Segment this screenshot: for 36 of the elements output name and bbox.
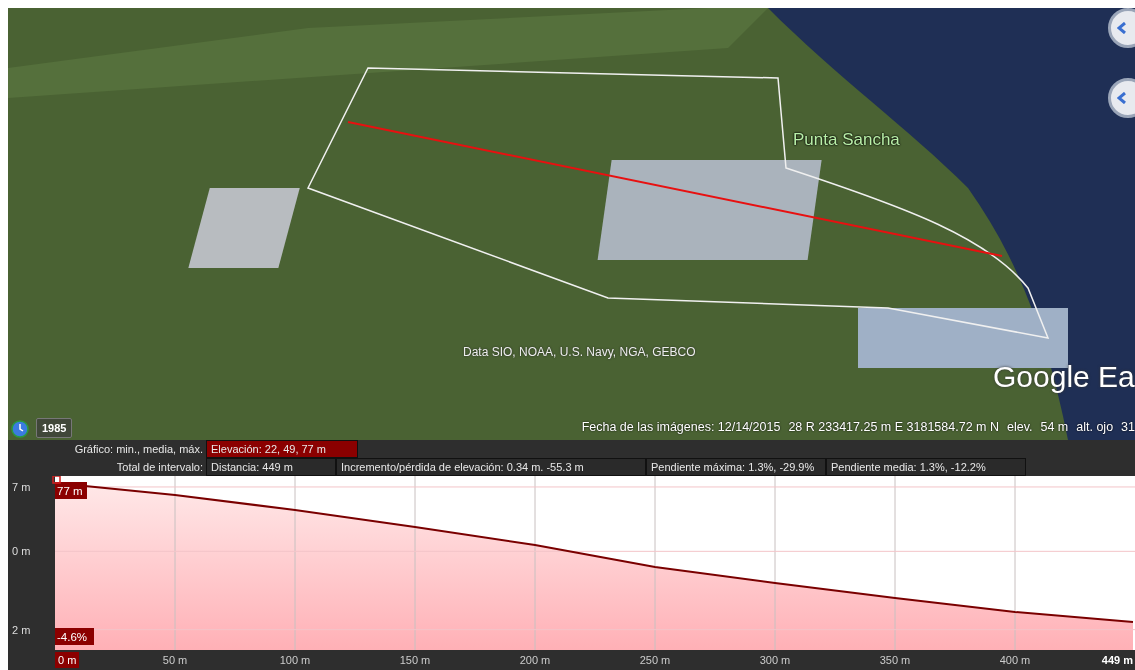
x-axis-label: 100 m <box>279 654 311 666</box>
x-axis-label: 250 m <box>639 654 671 666</box>
historical-imagery-button[interactable]: 1985 <box>36 418 73 438</box>
graph-label: Gráfico: min., media, máx. <box>73 442 204 457</box>
y-axis-label: 7 m <box>12 480 31 493</box>
stat-field[interactable]: Pendiente media: 1.3%, -12.2% <box>826 458 1026 476</box>
x-axis-label: 0 m <box>55 652 79 668</box>
x-axis-label: 200 m <box>519 654 551 666</box>
clock-icon[interactable] <box>11 420 29 438</box>
value-marker: 77 m <box>55 482 87 499</box>
place-label: Punta Sancha <box>793 130 900 150</box>
status-text: elev. <box>1006 420 1033 434</box>
y-axis-label: 2 m <box>12 623 31 636</box>
x-axis-label: 449 m <box>1101 654 1133 666</box>
x-axis-label: 50 m <box>162 654 188 666</box>
status-text: alt. ojo <box>1076 420 1114 434</box>
logo-text: Google Ea <box>993 360 1135 394</box>
status-text: 28 R 233417.25 m E 3181584.72 m N <box>788 420 999 434</box>
status-text: 31 <box>1121 420 1135 434</box>
x-axis-label: 300 m <box>759 654 791 666</box>
y-axis-label: 0 m <box>12 545 31 558</box>
stat-field[interactable]: Incremento/pérdida de elevación: 0.34 m. -55.3 m <box>336 458 646 476</box>
attribution-text: Data SIO, NOAA, U.S. Navy, NGA, GEBCO <box>463 345 696 359</box>
chevron-left-icon <box>1117 92 1127 104</box>
x-axis-label: 400 m <box>999 654 1031 666</box>
status-text: 54 m <box>1040 420 1069 434</box>
range-label: Total de intervalo: <box>115 460 204 475</box>
chevron-left-icon <box>1117 22 1127 34</box>
stat-field[interactable]: Pendiente máxima: 1.3%, -29.9% <box>646 458 826 476</box>
x-axis-label: 350 m <box>879 654 911 666</box>
stat-field[interactable]: Elevación: 22, 49, 77 m <box>206 440 358 458</box>
stat-field[interactable]: Distancia: 449 m <box>206 458 336 476</box>
value-marker: -4.6% <box>55 628 94 645</box>
status-text: Fecha de las imágenes: 12/14/2015 <box>581 420 781 434</box>
x-axis-label: 150 m <box>399 654 431 666</box>
start-point-marker <box>52 476 61 484</box>
